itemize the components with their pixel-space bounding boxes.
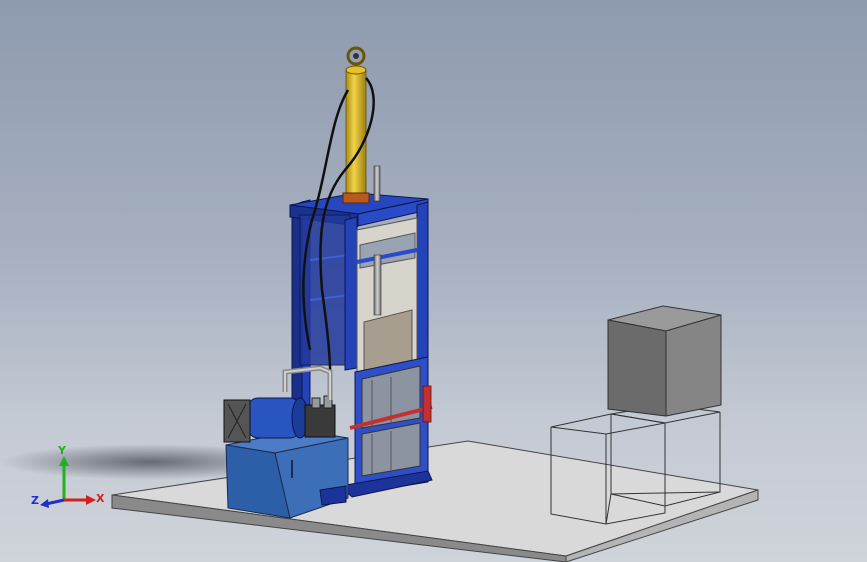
- cad-viewport[interactable]: X Y Z: [0, 0, 867, 562]
- triad-x-label: X: [96, 492, 105, 505]
- triad-z-axis: [45, 498, 65, 506]
- hydraulic-cylinder[interactable]: [342, 46, 370, 204]
- triad-z-label: Z: [31, 494, 39, 507]
- baler-3d-model[interactable]: [0, 0, 867, 562]
- bale-block[interactable]: [607, 305, 722, 417]
- hydraulic-power-unit[interactable]: [223, 365, 349, 519]
- triad-y-label: Y: [58, 444, 66, 457]
